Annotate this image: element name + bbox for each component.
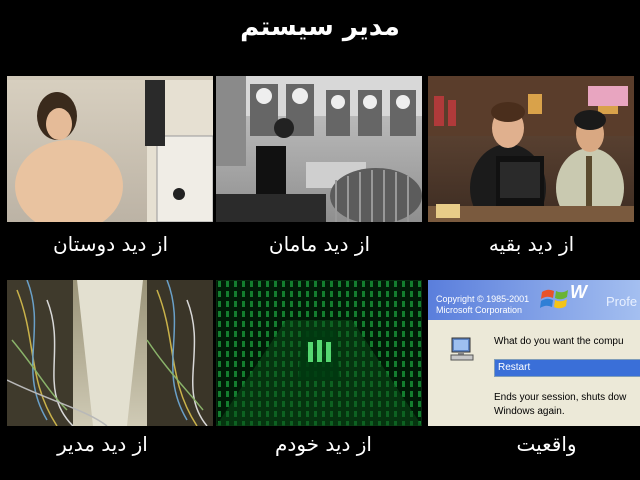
matrix-code-corridor-photo: [216, 280, 422, 426]
caption-friends: از دید دوستان: [52, 232, 169, 256]
windows-edition-text: Profe: [606, 294, 638, 309]
caption-reality: واقعیت: [516, 432, 577, 456]
mainframe-operator-photo: [216, 76, 422, 222]
page-title: مدیر سیستم: [240, 12, 400, 42]
nerd-at-computer-photo: [7, 76, 213, 222]
caption-manager: از دید مدیر: [57, 432, 148, 456]
messy-server-room-photo: [7, 280, 213, 426]
shutdown-option-select[interactable]: Restart: [494, 359, 640, 377]
dialog-question: What do you want the compu: [494, 336, 624, 347]
option-description: Ends your session, shuts dow Windows aga…: [494, 392, 627, 417]
computer-icon: [450, 337, 474, 361]
windows-logo-text: W: [570, 282, 587, 302]
windows-shutdown-dialog: Copyright © 1985-2001 Microsoft Corporat…: [428, 280, 640, 426]
caption-mom: از دید مامان: [268, 232, 371, 256]
caption-others: از دید بقیه: [488, 232, 575, 256]
dialog-header: Copyright © 1985-2001 Microsoft Corporat…: [428, 280, 640, 320]
windows-flag-icon: [540, 289, 568, 309]
caption-myself: از دید خودم: [275, 432, 372, 456]
copyright-text: Copyright © 1985-2001 Microsoft Corporat…: [436, 294, 530, 315]
it-crowd-office-photo: [428, 76, 634, 222]
